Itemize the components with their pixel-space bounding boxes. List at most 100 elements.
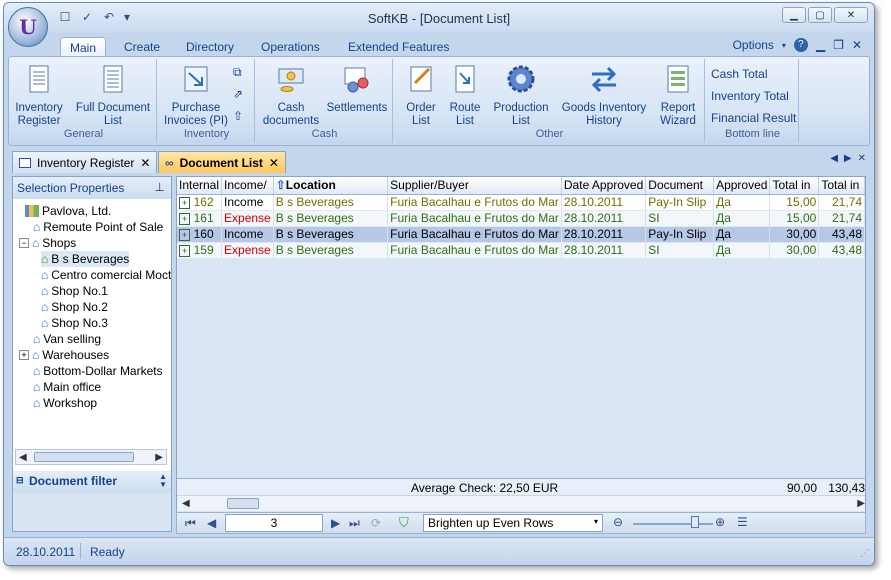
table-row-selected[interactable]: + 160 Income B s Beverages Furia Bacalha… xyxy=(177,226,865,243)
tab-inventory-register[interactable]: Inventory Register ✕ xyxy=(12,151,158,173)
zoom-out-icon[interactable]: ⊖ xyxy=(613,515,623,529)
document-filter-header[interactable]: ⊟ Document filter ▲ ▼ xyxy=(13,471,171,493)
zoom-slider[interactable] xyxy=(633,523,713,525)
minimize-button[interactable]: ▁ xyxy=(782,7,806,23)
expand-icon[interactable]: + xyxy=(19,350,29,360)
inventory-small-icon-3[interactable]: ⇧ xyxy=(233,109,243,123)
inventory-register-label: Inventory Register xyxy=(15,102,63,127)
expand-icon[interactable]: + xyxy=(179,229,191,241)
tab-operations[interactable]: Operations xyxy=(252,37,329,57)
inventory-small-icon-1[interactable]: ⧉ xyxy=(233,65,242,80)
grid-horizontal-scrollbar[interactable]: ◀ ▶ xyxy=(177,495,865,511)
col-total-in-2[interactable]: Total in xyxy=(818,177,865,195)
resize-grip-icon[interactable]: ⋰ xyxy=(860,548,870,559)
goods-inventory-history-button[interactable]: Goods Inventory History xyxy=(557,63,651,128)
tree-horizontal-scrollbar[interactable]: ◀ ▶ xyxy=(15,449,167,465)
expand-icon[interactable]: + xyxy=(179,213,191,225)
inventory-register-button[interactable]: Inventory Register xyxy=(13,63,65,128)
next-page-icon[interactable]: ▶ xyxy=(331,516,340,530)
col-document[interactable]: Document xyxy=(645,177,715,195)
tree-node[interactable]: ⌂ Van selling xyxy=(33,331,101,347)
row-style-select[interactable]: Brighten up Even Rows ▾ xyxy=(423,514,603,532)
pin-icon[interactable]: ⊥ xyxy=(155,180,165,194)
close-button[interactable]: ✕ xyxy=(834,7,868,23)
tree-node[interactable]: ⌂ Shop No.1 xyxy=(41,283,108,299)
tree-node[interactable]: − ⌂ Shops xyxy=(19,235,76,251)
last-page-icon[interactable]: ⏭ xyxy=(349,516,360,531)
app-menu-button[interactable]: U xyxy=(8,7,48,47)
ribbon-close-icon[interactable]: ✕ xyxy=(852,38,862,52)
expand-icon[interactable]: + xyxy=(179,197,191,209)
expand-icon[interactable]: + xyxy=(179,245,191,257)
scroll-left-icon[interactable]: ◀ xyxy=(19,452,27,463)
tree-node[interactable]: ⌂ Bottom-Dollar Markets xyxy=(33,363,163,379)
page-input[interactable]: 3 xyxy=(225,514,323,532)
collapse-icon[interactable]: ⊟ xyxy=(16,475,24,486)
inventory-total-button[interactable]: Inventory Total xyxy=(711,89,789,103)
tab-document-list[interactable]: ∞ Document List ✕ xyxy=(158,151,286,173)
tab-close-all-icon[interactable]: ✕ xyxy=(858,153,866,164)
options-menu[interactable]: Options xyxy=(733,38,774,52)
production-list-button[interactable]: Production List xyxy=(489,63,553,128)
tab-directory[interactable]: Directory xyxy=(177,37,243,57)
purchase-invoices-button[interactable]: Purchase Invoices (PI) xyxy=(161,63,231,128)
ribbon-restore-icon[interactable]: ❐ xyxy=(833,38,844,52)
first-page-icon[interactable]: ⏮ xyxy=(185,516,196,531)
cell-type: Expense xyxy=(221,210,274,227)
tab-create[interactable]: Create xyxy=(115,37,169,57)
tab-extended-features[interactable]: Extended Features xyxy=(339,37,458,57)
maximize-button[interactable]: ▢ xyxy=(808,7,832,23)
full-document-list-button[interactable]: Full Document List xyxy=(71,63,155,128)
refresh-icon[interactable]: ⟳ xyxy=(371,516,381,530)
route-list-button[interactable]: Route List xyxy=(445,63,485,128)
scroll-updown-icon[interactable]: ▲ ▼ xyxy=(159,473,167,489)
col-total-in-1[interactable]: Total in xyxy=(769,177,820,195)
zoom-in-icon[interactable]: ⊕ xyxy=(715,515,725,529)
col-income[interactable]: Income/ xyxy=(221,177,274,195)
scroll-thumb[interactable] xyxy=(34,452,134,462)
close-icon[interactable]: ✕ xyxy=(269,156,279,170)
scroll-right-icon[interactable]: ▶ xyxy=(155,452,163,463)
scroll-right-icon[interactable]: ▶ xyxy=(857,498,865,509)
tree-node[interactable]: ⌂ Remoute Point of Sale xyxy=(33,219,163,235)
ribbon-minimize-icon[interactable]: ▁ xyxy=(816,38,825,52)
order-list-button[interactable]: Order List xyxy=(397,63,445,128)
tree-node-selected[interactable]: ⌂ B s Beverages xyxy=(41,251,130,267)
col-date-approved[interactable]: Date Approved xyxy=(561,177,647,195)
tree-node[interactable]: ⌂ Centro comercial Moctez xyxy=(41,267,171,283)
filter-icon[interactable]: ⛉ xyxy=(399,515,409,531)
tab-next-icon[interactable]: ▶ xyxy=(844,153,852,164)
prev-page-icon[interactable]: ◀ xyxy=(207,516,216,530)
scroll-thumb[interactable] xyxy=(227,498,259,509)
table-row[interactable]: + 159 Expense B s Beverages Furia Bacalh… xyxy=(177,242,865,259)
list-view-icon[interactable]: ☰ xyxy=(737,515,748,529)
col-approved[interactable]: Approved xyxy=(713,177,771,195)
report-wizard-button[interactable]: Report Wizard xyxy=(653,63,703,128)
col-location[interactable]: ⇧Location xyxy=(273,177,389,195)
collapse-icon[interactable]: − xyxy=(19,238,29,248)
tree-node[interactable]: ⌂ Main office xyxy=(33,379,101,395)
scroll-left-icon[interactable]: ◀ xyxy=(182,498,190,509)
cash-total-button[interactable]: Cash Total xyxy=(711,67,767,81)
inventory-small-icon-2[interactable]: ⇗ xyxy=(233,87,243,101)
help-icon[interactable]: ? xyxy=(793,38,808,52)
col-internal[interactable]: Internal xyxy=(177,177,223,195)
zoom-thumb[interactable] xyxy=(691,516,699,528)
col-supplier[interactable]: Supplier/Buyer xyxy=(387,177,562,195)
financial-result-button[interactable]: Financial Result xyxy=(711,111,796,125)
settlements-button[interactable]: Settlements xyxy=(323,63,391,115)
house-icon: ⌂ xyxy=(33,380,41,394)
table-row[interactable]: + 161 Expense B s Beverages Furia Bacalh… xyxy=(177,210,865,227)
cash-documents-button[interactable]: Cash documents xyxy=(261,63,321,128)
table-row[interactable]: + 162 Income B s Beverages Furia Bacalha… xyxy=(177,194,865,211)
house-icon: ⌂ xyxy=(33,364,41,378)
close-icon[interactable]: ✕ xyxy=(140,156,150,170)
tree-node[interactable]: + ⌂ Warehouses xyxy=(19,347,109,363)
tab-main[interactable]: Main xyxy=(60,37,107,57)
tree-node[interactable]: ⌂ Shop No.3 xyxy=(41,315,108,331)
tree-node[interactable]: ⌂ Shop No.2 xyxy=(41,299,108,315)
tab-prev-icon[interactable]: ◀ xyxy=(830,153,838,164)
tree-node[interactable]: Pavlova, Ltd. xyxy=(25,203,111,219)
cell-document: Pay-In Slip xyxy=(645,194,715,211)
tree-node[interactable]: ⌂ Workshop xyxy=(33,395,97,411)
